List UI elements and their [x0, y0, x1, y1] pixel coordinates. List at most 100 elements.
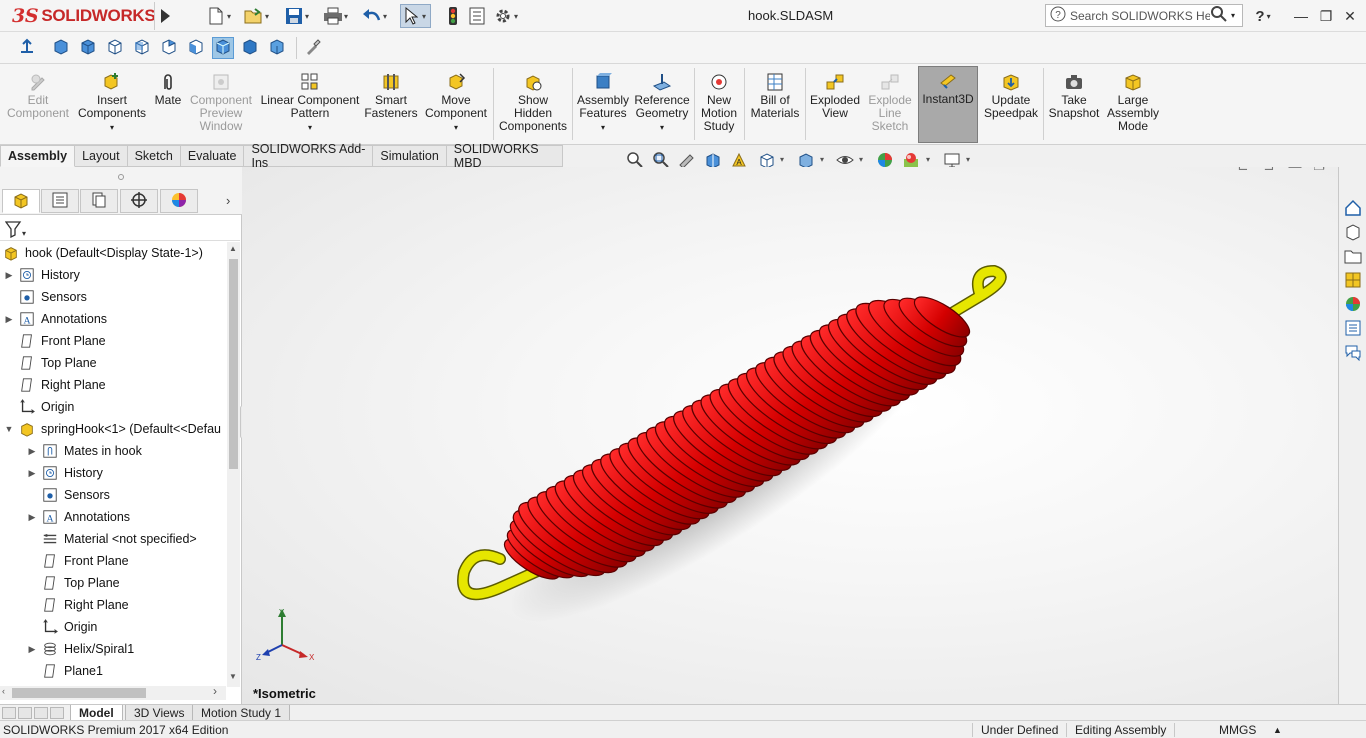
chevron-up-icon[interactable]: ▲: [1273, 725, 1282, 735]
expand-arrow-icon[interactable]: ▶: [4, 270, 14, 281]
tab-display-manager[interactable]: [160, 189, 198, 213]
select-button[interactable]: ▾: [400, 4, 431, 28]
tree-item[interactable]: ▶ Helix/Spiral1: [0, 638, 226, 660]
view-cube-button-4[interactable]: [131, 37, 153, 59]
task-pane-forum-button[interactable]: [1342, 342, 1364, 364]
tree-item[interactable]: hook (Default<Display State-1>): [0, 242, 226, 264]
chevron-down-icon[interactable]: ▾: [966, 155, 970, 164]
tab-configuration-manager[interactable]: [80, 189, 118, 213]
panel-grip[interactable]: [0, 167, 242, 187]
close-button[interactable]: ✕: [1340, 6, 1360, 26]
view-cube-button-5[interactable]: [158, 37, 180, 59]
chevron-down-icon[interactable]: ▾: [305, 12, 313, 21]
tree-item[interactable]: ▶ Mates in hook: [0, 440, 226, 462]
spring-coil[interactable]: [499, 290, 975, 587]
model-canvas[interactable]: [242, 167, 1338, 704]
task-pane-appearances-button[interactable]: [1342, 294, 1364, 316]
expand-arrow-icon[interactable]: ▶: [4, 314, 14, 325]
first-tab-button[interactable]: [2, 707, 16, 719]
linear-component-pattern-button[interactable]: Linear Component Pattern ▾: [258, 68, 362, 142]
tree-item[interactable]: Right Plane: [0, 594, 226, 616]
select-other-button[interactable]: [16, 37, 38, 59]
scroll-left-arrow[interactable]: ‹: [2, 686, 5, 696]
view-cube-button-9[interactable]: [266, 37, 288, 59]
tree-item[interactable]: Front Plane: [0, 330, 226, 352]
expand-arrow-icon[interactable]: ▶: [27, 446, 37, 457]
mate-button[interactable]: Mate: [152, 68, 184, 142]
help-search-input[interactable]: [1070, 8, 1210, 23]
new-motion-study-button[interactable]: New Motion Study: [697, 68, 741, 142]
filter-bar[interactable]: ▾: [0, 217, 240, 241]
help-search-box[interactable]: ? ▾: [1045, 4, 1243, 27]
tree-item[interactable]: Origin: [0, 616, 226, 638]
explode-line-sketch-button[interactable]: Explode Line Sketch: [864, 68, 916, 142]
tab-dimxpert-manager[interactable]: [120, 189, 158, 213]
tree-item[interactable]: ▶ History: [0, 264, 226, 286]
move-component-button[interactable]: Move Component ▾: [422, 68, 490, 142]
tree-item[interactable]: Sensors: [0, 484, 226, 506]
tree-item[interactable]: ▶ A Annotations: [0, 308, 226, 330]
collapse-arrow-icon[interactable]: ▼: [4, 424, 14, 434]
save-button[interactable]: ▾: [284, 5, 313, 27]
chevron-down-icon[interactable]: ▾: [308, 121, 312, 134]
scroll-right-arrow[interactable]: ›: [213, 684, 217, 698]
chevron-down-icon[interactable]: ▾: [1231, 11, 1235, 20]
print-button[interactable]: ▾: [323, 5, 352, 27]
view-cube-button-7[interactable]: [212, 37, 234, 59]
last-tab-button[interactable]: [50, 707, 64, 719]
chevron-down-icon[interactable]: ▾: [660, 121, 664, 134]
help-button[interactable]: ? ▾: [1253, 6, 1273, 26]
chevron-down-icon[interactable]: ▾: [780, 155, 784, 164]
next-tab-button[interactable]: [34, 707, 48, 719]
file-properties-button[interactable]: [467, 5, 487, 27]
tree-item[interactable]: Front Plane: [0, 550, 226, 572]
tree-item[interactable]: Plane1: [0, 660, 226, 682]
chevron-down-icon[interactable]: ▾: [454, 121, 458, 134]
tree-item[interactable]: Material <not specified>: [0, 528, 226, 550]
expand-arrow-icon[interactable]: ▶: [27, 512, 37, 523]
chevron-down-icon[interactable]: ▾: [383, 12, 391, 21]
chevron-down-icon[interactable]: ▾: [601, 121, 605, 134]
tree-item[interactable]: Top Plane: [0, 572, 226, 594]
options-button[interactable]: ▾: [493, 5, 522, 27]
tree-horizontal-scroll-thumb[interactable]: [12, 688, 146, 698]
tab-solidworks-mbd[interactable]: SOLIDWORKS MBD: [446, 142, 563, 170]
component-preview-window-button[interactable]: Component Preview Window: [188, 68, 254, 142]
exploded-view-button[interactable]: Exploded View: [808, 68, 862, 142]
tab-simulation[interactable]: Simulation: [373, 145, 447, 167]
chevron-down-icon[interactable]: ▾: [820, 155, 824, 164]
chevron-down-icon[interactable]: ▾: [514, 12, 522, 21]
chevron-down-icon[interactable]: ▾: [265, 12, 273, 21]
chevron-down-icon[interactable]: ▾: [227, 12, 235, 21]
scroll-up-arrow[interactable]: ▲: [229, 244, 237, 253]
tree-item[interactable]: Right Plane: [0, 374, 226, 396]
tree-item[interactable]: ▶ History: [0, 462, 226, 484]
minimize-button[interactable]: —: [1291, 6, 1311, 26]
restore-button[interactable]: ❐: [1316, 6, 1336, 26]
tab-feature-manager[interactable]: [2, 189, 40, 213]
open-button[interactable]: ▾: [244, 5, 273, 27]
unit-system-button[interactable]: MMGS: [1219, 723, 1256, 737]
chevron-down-icon[interactable]: ▾: [926, 155, 930, 164]
chevron-right-icon[interactable]: ›: [226, 193, 230, 208]
tree-item[interactable]: ▶ A Annotations: [0, 506, 226, 528]
tab-property-manager[interactable]: [41, 189, 79, 213]
show-hidden-components-button[interactable]: Show Hidden Components: [497, 68, 569, 142]
tree-item[interactable]: Top Plane: [0, 352, 226, 374]
edit-component-button[interactable]: Edit Component: [6, 68, 70, 142]
tab-assembly[interactable]: Assembly: [0, 145, 76, 167]
reference-geometry-button[interactable]: Reference Geometry ▾: [633, 68, 691, 142]
expand-arrow-icon[interactable]: ▶: [27, 644, 37, 655]
task-pane-file-explorer-button[interactable]: [1342, 246, 1364, 268]
new-document-button[interactable]: ▾: [206, 5, 235, 27]
graphics-area[interactable]: ⊏ ⊐ — ❐: [242, 167, 1338, 704]
chevron-down-icon[interactable]: ▾: [859, 155, 863, 164]
previous-tab-button[interactable]: [18, 707, 32, 719]
view-cube-button-2[interactable]: [77, 37, 99, 59]
tab-evaluate[interactable]: Evaluate: [180, 145, 245, 167]
task-pane-home-button[interactable]: [1342, 198, 1364, 220]
bill-of-materials-button[interactable]: Bill of Materials: [747, 68, 803, 142]
menu-expand-arrow[interactable]: [154, 2, 176, 30]
view-cube-button-1[interactable]: [50, 37, 72, 59]
task-pane-resources-button[interactable]: [1342, 222, 1364, 244]
